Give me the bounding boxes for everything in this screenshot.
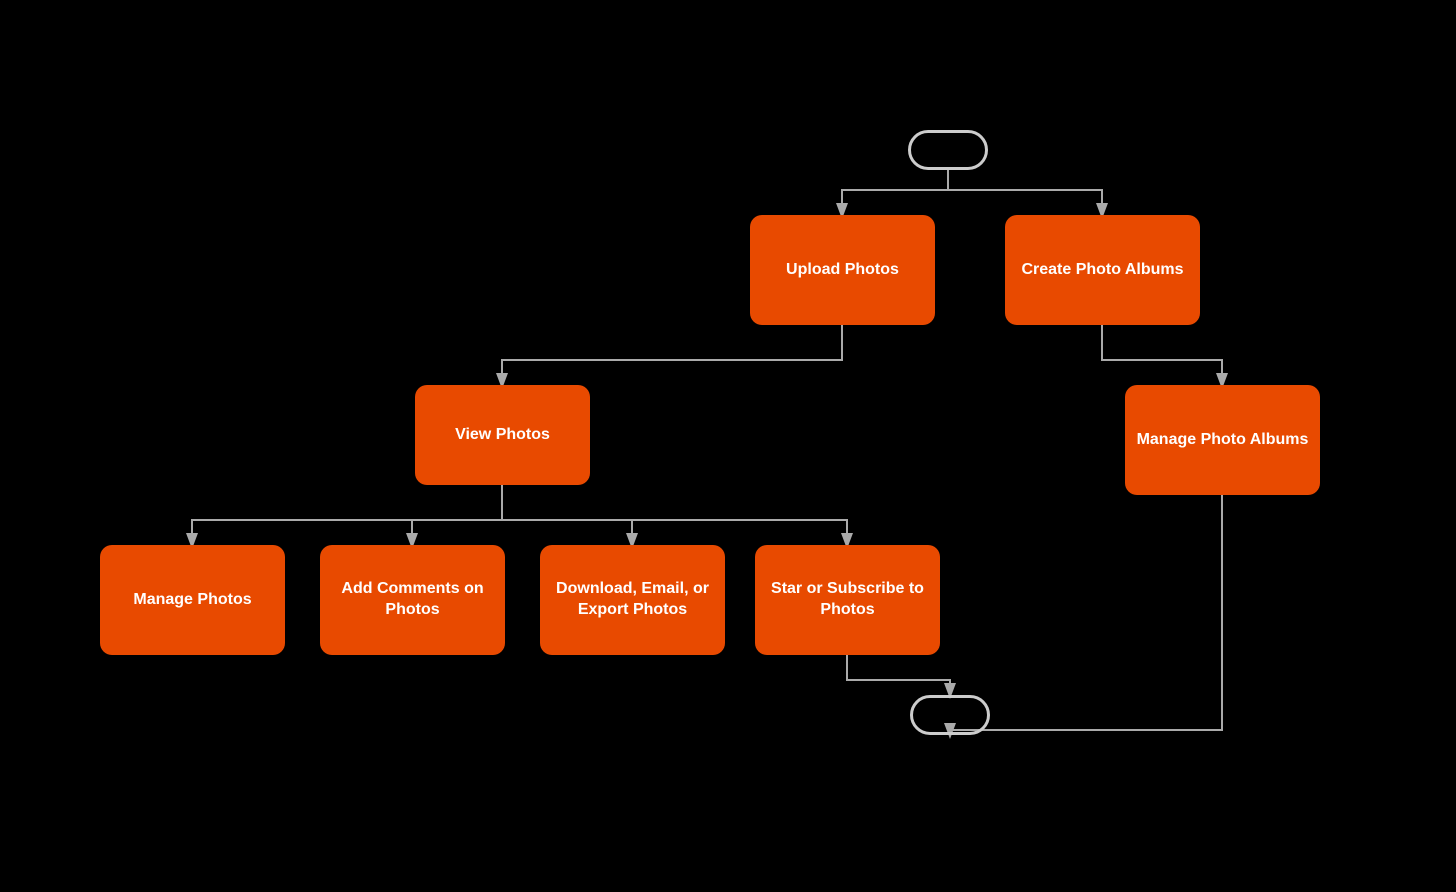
node-star-subscribe: Star or Subscribe to Photos	[755, 545, 940, 655]
node-upload-photos-label: Upload Photos	[786, 260, 899, 281]
node-create-photo-albums: Create Photo Albums	[1005, 215, 1200, 325]
diagram: Upload Photos Create Photo Albums View P…	[0, 0, 1456, 892]
node-star-subscribe-label: Star or Subscribe to Photos	[765, 579, 930, 621]
node-view-photos-label: View Photos	[455, 425, 550, 446]
node-download-export: Download, Email, or Export Photos	[540, 545, 725, 655]
node-download-export-label: Download, Email, or Export Photos	[550, 579, 715, 621]
node-manage-photos: Manage Photos	[100, 545, 285, 655]
node-manage-photo-albums-label: Manage Photo Albums	[1137, 430, 1309, 451]
node-add-comments-label: Add Comments on Photos	[330, 579, 495, 621]
terminal-end	[910, 695, 990, 735]
node-manage-photos-label: Manage Photos	[133, 590, 251, 611]
node-manage-photo-albums: Manage Photo Albums	[1125, 385, 1320, 495]
terminal-start	[908, 130, 988, 170]
node-view-photos: View Photos	[415, 385, 590, 485]
node-upload-photos: Upload Photos	[750, 215, 935, 325]
node-add-comments: Add Comments on Photos	[320, 545, 505, 655]
node-create-photo-albums-label: Create Photo Albums	[1021, 260, 1183, 281]
